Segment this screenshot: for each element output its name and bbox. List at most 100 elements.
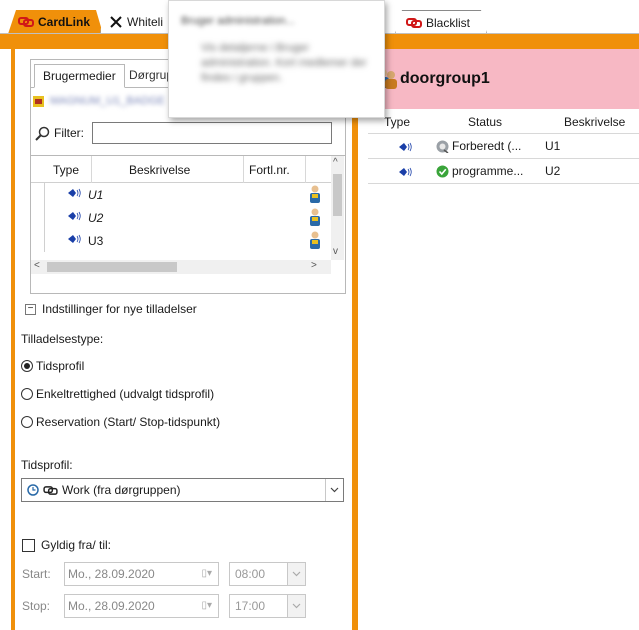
horizontal-scrollbar[interactable]: < > [31, 260, 331, 274]
stop-time-value: 17:00 [235, 599, 266, 613]
row-status: Forberedt (... [452, 139, 522, 153]
column-header-description[interactable]: Beskrivelse [564, 115, 625, 129]
start-label: Start: [22, 567, 51, 581]
stop-label: Stop: [22, 599, 51, 613]
filter-label: Filter: [54, 126, 84, 140]
radio-button[interactable] [21, 416, 33, 428]
start-date-value: Mo., 28.09.2020 [68, 567, 155, 581]
tab-blacklist-label: Blacklist [426, 15, 471, 30]
subtab-user-media[interactable]: Brugermedier [34, 64, 125, 88]
valid-checkbox-label: Gyldig fra/ til: [41, 538, 112, 552]
badge-icon [33, 95, 44, 107]
column-header-type[interactable]: Type [384, 115, 410, 129]
table-row[interactable]: programme... U2 [368, 159, 639, 183]
door-group-header: doorgroup1 [368, 49, 639, 109]
scroll-down-icon[interactable]: v [333, 246, 338, 257]
collapse-icon[interactable]: − [25, 303, 36, 315]
time-profile-value: Work (fra dørgruppen) [62, 483, 181, 497]
table-row[interactable]: U3 [31, 229, 331, 252]
time-profile-label: Tidsprofil: [21, 458, 73, 472]
pending-icon [436, 140, 449, 153]
radio-button[interactable] [21, 388, 33, 400]
row-description: U2 [88, 211, 104, 225]
stop-row: Stop: Mo., 28.09.2020 ▯▾ 17:00 [22, 594, 306, 618]
selected-media-label: MAGNUM_U1_BADGE [50, 95, 165, 107]
search-icon [35, 126, 50, 141]
person-icon [310, 208, 320, 226]
radio-reservation[interactable]: Reservation (Start/ Stop-tidspunkt) [21, 415, 220, 429]
column-header-type[interactable]: Type [53, 163, 79, 177]
row-description: U2 [545, 164, 561, 178]
calendar-icon[interactable]: ▯▾ [201, 600, 212, 611]
table-row[interactable]: Forberedt (... U1 [368, 134, 639, 158]
column-header-description[interactable]: Beskrivelse [129, 163, 190, 177]
radio-button[interactable] [21, 360, 33, 372]
chevron-down-icon[interactable] [287, 595, 305, 617]
tab-whitelist-label: Whiteli [127, 15, 164, 29]
row-description: U1 [88, 188, 104, 202]
start-date-field[interactable]: Mo., 28.09.2020 ▯▾ [64, 562, 219, 586]
stop-date-value: Mo., 28.09.2020 [68, 599, 155, 613]
row-divider [368, 183, 639, 184]
tooltip-title: Bruger administration... [181, 15, 295, 27]
time-profile-select[interactable]: Work (fra dørgruppen) [21, 478, 344, 502]
table-row[interactable]: U1 [31, 183, 331, 206]
vertical-scroll-thumb[interactable] [333, 174, 342, 216]
person-icon [310, 185, 320, 203]
tab-cardlink[interactable]: CardLink [8, 10, 103, 34]
chevron-down-icon[interactable] [325, 479, 343, 501]
check-icon [436, 165, 449, 178]
radio-label: Enkeltrettighed (udvalgt tidsprofil) [36, 387, 215, 401]
column-header-dist-nr[interactable]: Fortl.nr. [249, 163, 290, 177]
column-divider [243, 156, 244, 183]
person-icon [310, 231, 320, 249]
stop-date-field[interactable]: Mo., 28.09.2020 ▯▾ [64, 594, 219, 618]
tab-whitelist[interactable]: Whiteli [100, 10, 178, 34]
row-selector[interactable] [31, 229, 45, 252]
grid-header: Type Beskrivelse Fortl.nr. [31, 156, 331, 183]
clock-icon [27, 484, 39, 496]
user-media-grid: Type Beskrivelse Fortl.nr. U1 U2 U3 ^ v … [31, 155, 345, 279]
media-transponder-icon [399, 142, 412, 152]
valid-from-to-row[interactable]: Gyldig fra/ til: [22, 538, 111, 552]
media-transponder-icon [68, 234, 81, 244]
start-row: Start: Mo., 28.09.2020 ▯▾ 08:00 [22, 562, 306, 586]
tooltip-popup: Bruger administration... Vis detaljerne … [168, 0, 385, 118]
row-selector[interactable] [31, 183, 45, 206]
filter-row: Filter: [35, 122, 343, 144]
media-transponder-icon [68, 188, 81, 198]
start-time-field[interactable]: 08:00 [229, 562, 306, 586]
settings-toggle-label: Indstillinger for nye tilladelser [42, 302, 197, 316]
column-header-status[interactable]: Status [468, 115, 502, 129]
tooltip-body: Vis detaljerne i Bruger administration. … [201, 42, 367, 84]
settings-toggle[interactable]: − Indstillinger for nye tilladelser [25, 302, 197, 316]
scroll-up-icon[interactable]: ^ [333, 157, 338, 168]
column-divider [91, 156, 92, 183]
column-divider [305, 156, 306, 183]
chevron-down-icon[interactable] [287, 563, 305, 585]
tab-blacklist[interactable]: Blacklist [395, 10, 487, 34]
start-time-value: 08:00 [235, 567, 266, 581]
radio-single-permission[interactable]: Enkeltrettighed (udvalgt tidsprofil) [21, 387, 214, 401]
scroll-left-icon[interactable]: < [34, 260, 40, 271]
vertical-scrollbar[interactable]: ^ v [331, 156, 344, 260]
table-row[interactable]: U2 [31, 206, 331, 229]
permission-type-label: Tilladelsestype: [21, 332, 104, 346]
scroll-right-icon[interactable]: > [311, 260, 317, 271]
row-status: programme... [452, 164, 524, 178]
close-x-icon [110, 16, 122, 28]
radio-time-profile[interactable]: Tidsprofil [21, 359, 84, 373]
link-icon [406, 17, 422, 28]
calendar-icon[interactable]: ▯▾ [201, 568, 212, 579]
valid-checkbox[interactable] [22, 538, 35, 552]
media-transponder-icon [68, 211, 81, 221]
permission-panel: Brugermedier Dørgrup MAGNUM_U1_BADGE Fil… [11, 49, 358, 630]
horizontal-scroll-thumb[interactable] [47, 262, 177, 272]
link-icon [18, 17, 34, 27]
row-description: U3 [88, 234, 104, 248]
row-selector[interactable] [31, 206, 45, 229]
row-description: U1 [545, 139, 561, 153]
filter-input[interactable] [92, 122, 332, 144]
radio-label: Reservation (Start/ Stop-tidspunkt) [36, 415, 221, 429]
stop-time-field[interactable]: 17:00 [229, 594, 306, 618]
